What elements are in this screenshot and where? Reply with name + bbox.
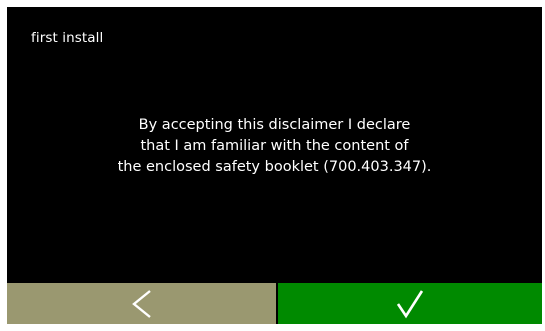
disclaimer-message: By accepting this disclaimer I declare t… [7, 115, 542, 178]
back-button[interactable] [7, 283, 276, 324]
accept-button[interactable] [278, 283, 542, 324]
disclaimer-line-3: the enclosed safety booklet (700.403.347… [117, 159, 432, 175]
disclaimer-line-2: that I am familiar with the content of [140, 138, 409, 154]
disclaimer-line-1: By accepting this disclaimer I declare [138, 117, 411, 133]
checkmark-icon [396, 289, 424, 318]
page-title: first install [31, 30, 104, 46]
device-frame: first install By accepting this disclaim… [0, 0, 545, 331]
chevron-left-icon [131, 289, 151, 318]
screen: first install By accepting this disclaim… [7, 7, 542, 324]
